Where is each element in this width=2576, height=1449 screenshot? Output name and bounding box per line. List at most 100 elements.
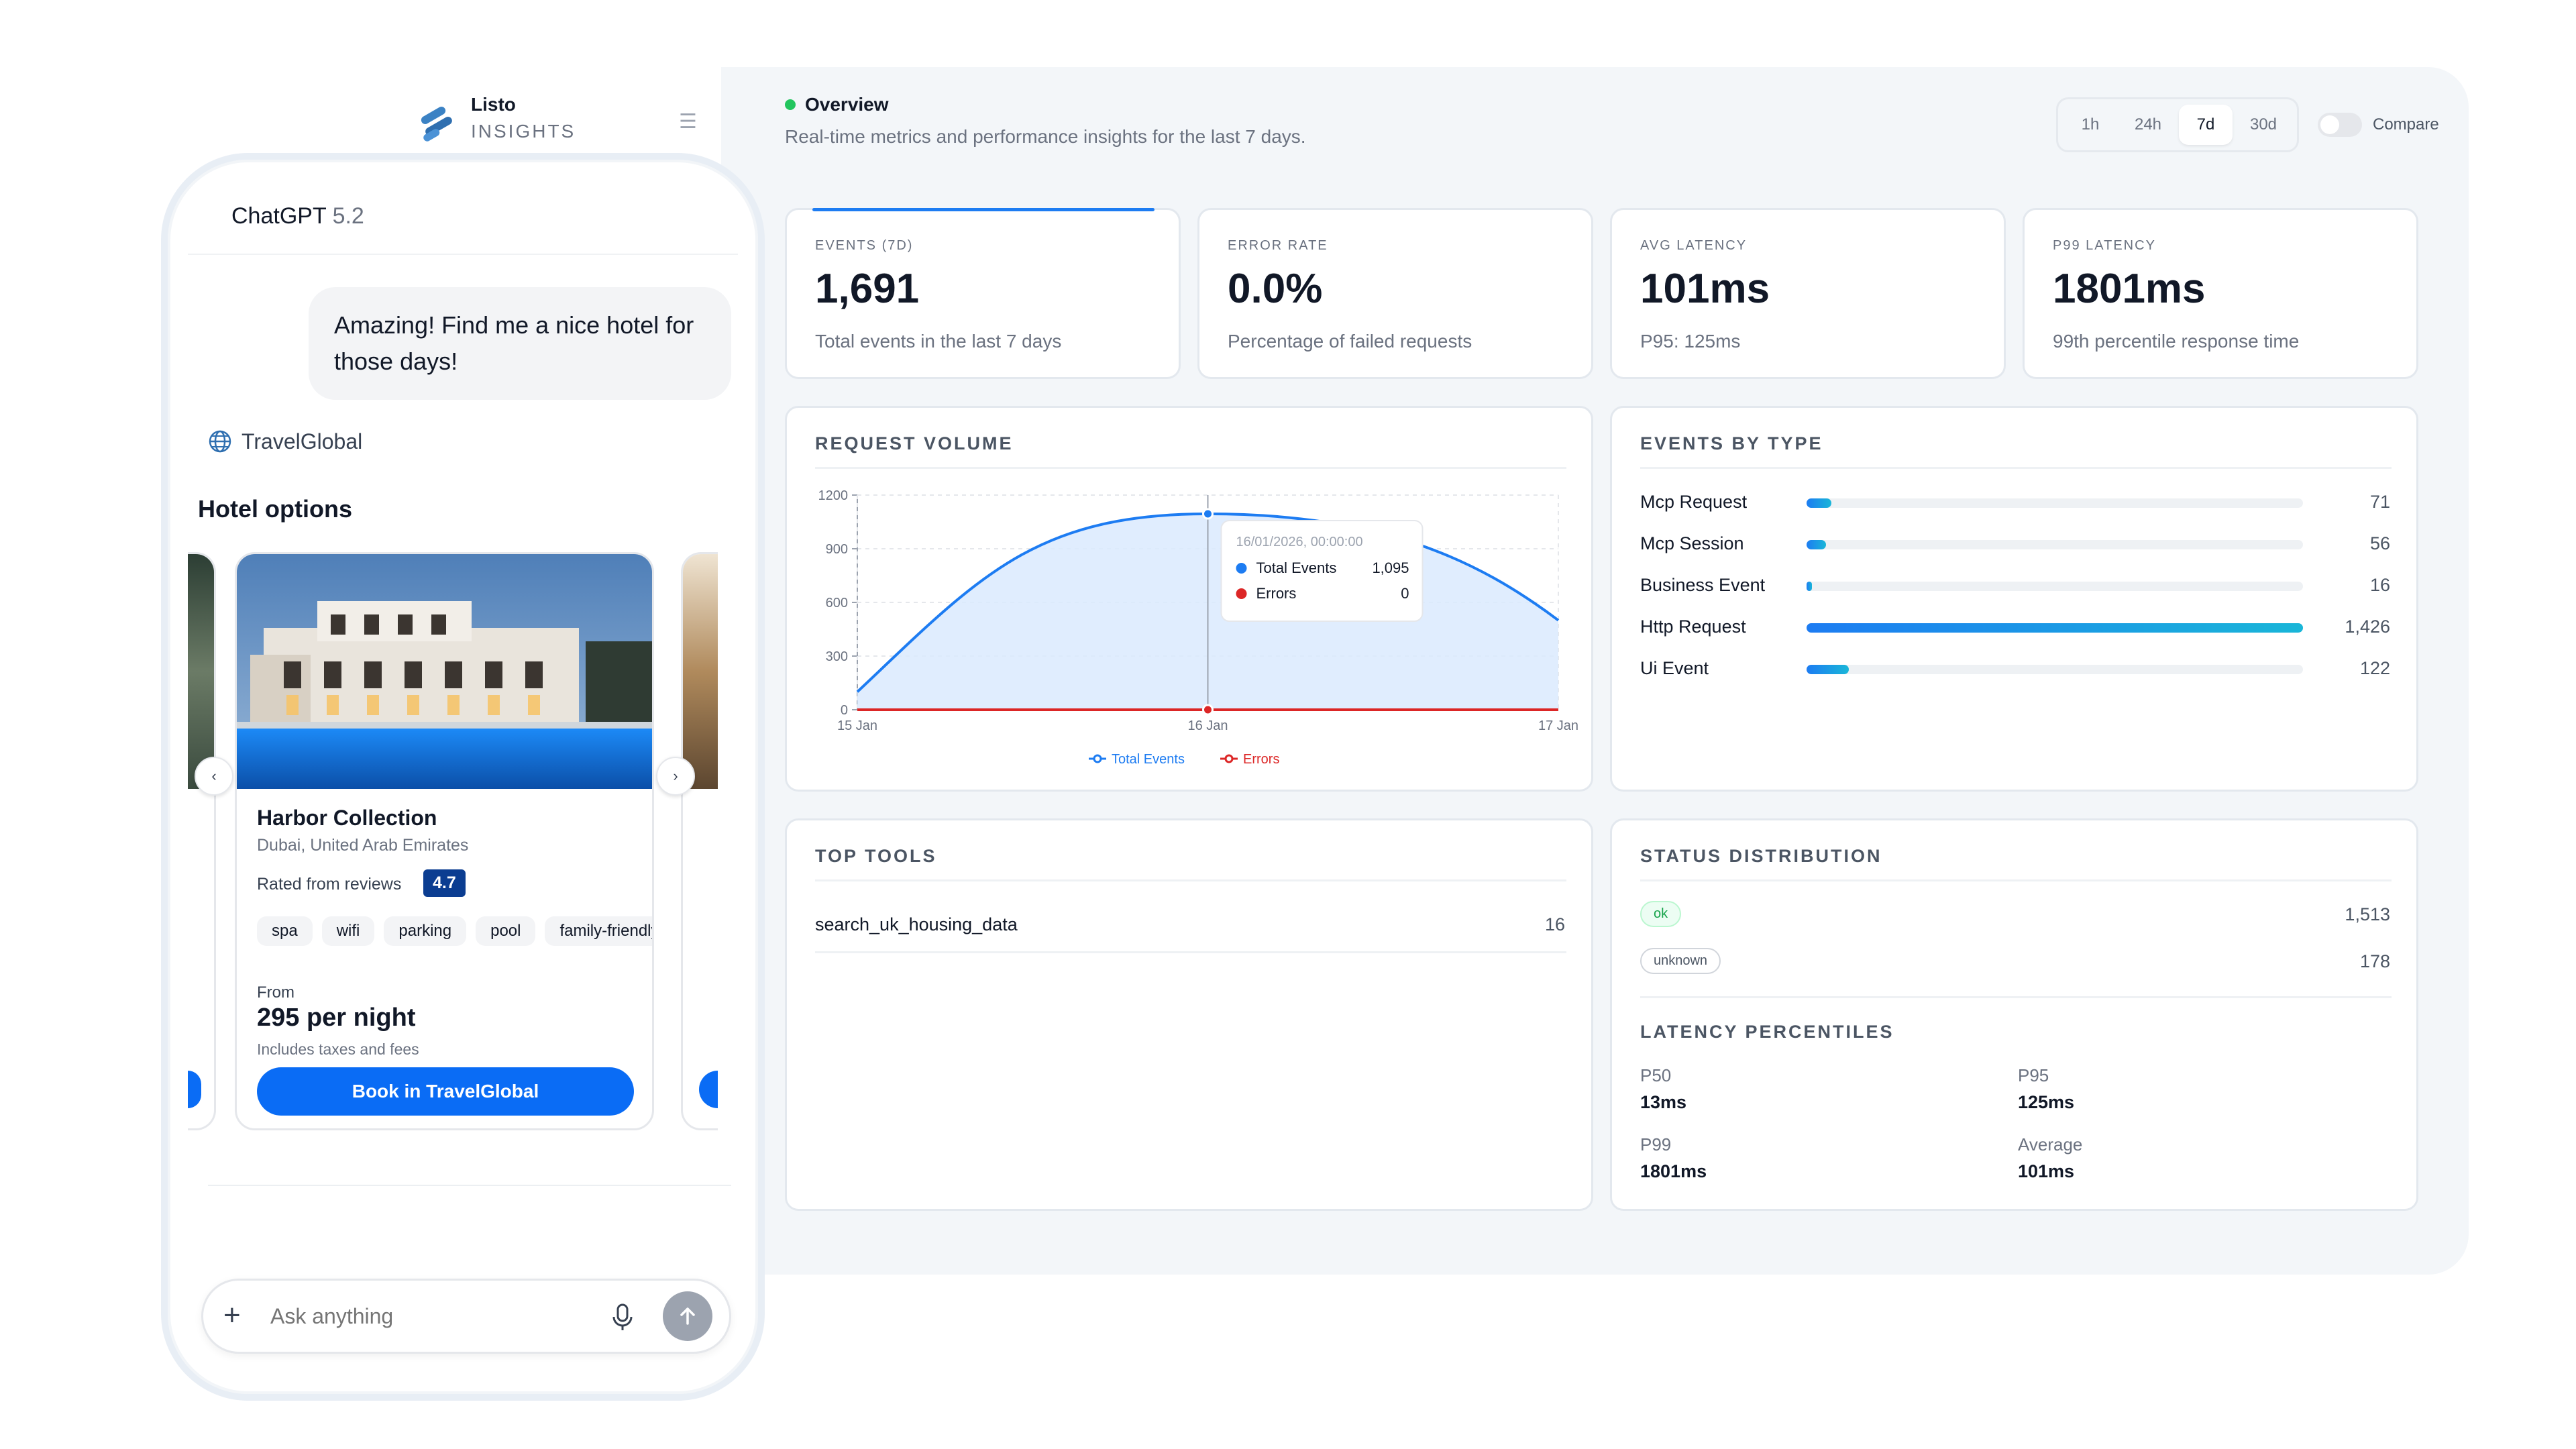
stat-sub: Total events in the last 7 days [815, 331, 1062, 352]
tag: wifi [321, 916, 375, 946]
event-type-label: Mcp Session [1640, 533, 1744, 553]
next-hotel-image [683, 554, 718, 789]
legend-marker [1093, 754, 1102, 763]
page-description: Real-time metrics and performance insigh… [785, 126, 1306, 147]
hotel-location: Dubai, United Arab Emirates [257, 836, 469, 855]
latency-value: 101ms [2018, 1161, 2075, 1181]
errors-point [1202, 704, 1214, 716]
toggle-knob [2320, 115, 2339, 134]
chat-input[interactable] [270, 1299, 579, 1333]
hotel-price: 295 per night [257, 1004, 416, 1032]
range-30d[interactable]: 30d [2237, 105, 2290, 145]
next-hotel-card[interactable] [681, 552, 718, 1130]
rated-label: Rated from reviews [257, 875, 402, 894]
x-tick-label: 17 Jan [1538, 718, 1578, 733]
event-type-count: 56 [2369, 533, 2390, 553]
from-label: From [257, 983, 294, 1002]
latency-label: P99 [1640, 1134, 1672, 1155]
latency-title: LATENCY PERCENTILES [1640, 1022, 1894, 1042]
dashboard-panel: Overview Real-time metrics and performan… [721, 67, 2469, 1275]
latency-value: 1801ms [1640, 1161, 1707, 1181]
plus-icon[interactable]: + [223, 1297, 241, 1334]
tag: parking [384, 916, 467, 946]
stat-card-p99-latency: P99 LATENCY 1801ms 99th percentile respo… [2023, 208, 2418, 379]
divider [815, 951, 1566, 953]
divider [208, 1185, 731, 1186]
latency-value: 125ms [2018, 1092, 2075, 1112]
y-tick-label: 600 [826, 596, 848, 610]
stat-value: 1801ms [2053, 266, 2206, 312]
event-type-track [1807, 582, 2303, 591]
tooltip-swatch [1236, 563, 1247, 574]
request-volume-card: REQUEST VOLUME 1200 900 600 300 0 15 Jan 16 Ja… [785, 406, 1593, 792]
carousel-prev-icon[interactable]: ‹ [195, 757, 233, 796]
divider [188, 254, 738, 255]
app-version: 5.2 [332, 203, 364, 229]
event-type-track [1807, 623, 2303, 633]
send-button[interactable] [663, 1291, 712, 1341]
event-type-bar [1807, 498, 1831, 508]
app-title: ChatGPT 5.2 [231, 203, 364, 229]
range-7d[interactable]: 7d [2179, 105, 2233, 145]
stat-caption: EVENTS (7D) [815, 238, 914, 253]
event-type-count: 71 [2369, 492, 2390, 512]
x-tick-label: 15 Jan [837, 718, 877, 733]
event-type-count: 122 [2359, 658, 2390, 678]
y-tick-label: 300 [826, 649, 848, 664]
stat-sub: Percentage of failed requests [1228, 331, 1472, 352]
prev-hotel-card[interactable] [188, 552, 216, 1130]
stat-value: 1,691 [815, 266, 920, 312]
legend-marker [1224, 754, 1234, 763]
chat-input-bar: + [201, 1279, 731, 1354]
compare-toggle[interactable] [2318, 113, 2362, 137]
stat-card-error-rate: ERROR RATE 0.0% Percentage of failed req… [1197, 208, 1593, 379]
hotel-image [237, 554, 652, 789]
globe-icon [209, 430, 231, 453]
hotel-tags: spa wifi parking pool family-friendly [257, 916, 652, 946]
event-type-track [1807, 498, 2303, 508]
latency-label: Average [2018, 1134, 2083, 1155]
status-dot [785, 99, 796, 110]
hotel-name: Harbor Collection [257, 806, 437, 830]
listo-logo-icon [421, 107, 452, 142]
y-tick-label: 1200 [818, 488, 849, 503]
section-title: Hotel options [198, 495, 352, 523]
arrow-up-icon [680, 1307, 695, 1325]
user-message-bubble: Amazing! Find me a nice hotel for those … [309, 287, 731, 400]
tooltip-series-value: 1,095 [1372, 559, 1409, 576]
divider [1640, 996, 2392, 998]
stat-caption: P99 LATENCY [2053, 238, 2156, 253]
time-range-selector: 1h 24h 7d 30d [2056, 97, 2299, 152]
microphone-icon[interactable] [609, 1302, 636, 1332]
stat-caption: ERROR RATE [1228, 238, 1328, 253]
status-count: 1,513 [2345, 904, 2390, 924]
range-1h[interactable]: 1h [2063, 105, 2117, 145]
hotel-card[interactable]: Harbor Collection Dubai, United Arab Emi… [235, 552, 654, 1130]
request-volume-chart[interactable]: 1200900600300015 Jan 16 Jan 17 Jan16/01/20… [787, 475, 1592, 790]
legend-label: Errors [1243, 752, 1279, 767]
event-type-label: Mcp Request [1640, 492, 1748, 512]
range-24h[interactable]: 24h [2121, 105, 2175, 145]
stat-value: 101ms [1640, 266, 1770, 312]
y-tick-label: 900 [826, 542, 848, 557]
source-name: TravelGlobal [241, 429, 363, 453]
next-book-button [699, 1071, 718, 1108]
menu-icon[interactable]: ☰ [679, 110, 697, 133]
divider [815, 467, 1566, 469]
events-by-type-card: EVENTS BY TYPE Mcp Request 71 Mcp Session 5… [1610, 406, 2418, 792]
status-distribution-card: STATUS DISTRIBUTION ok 1,513 unknown 178… [1610, 818, 2418, 1211]
tooltip-swatch [1236, 588, 1247, 599]
status-badge-unknown: unknown [1640, 948, 1721, 974]
divider [1640, 879, 2392, 881]
compare-label: Compare [2373, 115, 2439, 133]
tag: pool [476, 916, 536, 946]
tooltip-series-name: Total Events [1256, 559, 1337, 576]
divider [815, 879, 1566, 881]
book-button[interactable]: Book in TravelGlobal [257, 1067, 634, 1116]
event-type-track [1807, 665, 2303, 674]
price-note: Includes taxes and fees [257, 1040, 419, 1058]
latency-value: 13ms [1640, 1092, 1687, 1112]
stat-card-avg-latency: AVG LATENCY 101ms P95: 125ms [1610, 208, 2006, 379]
page-title: Overview [805, 94, 889, 115]
carousel-next-icon[interactable]: › [656, 757, 695, 796]
